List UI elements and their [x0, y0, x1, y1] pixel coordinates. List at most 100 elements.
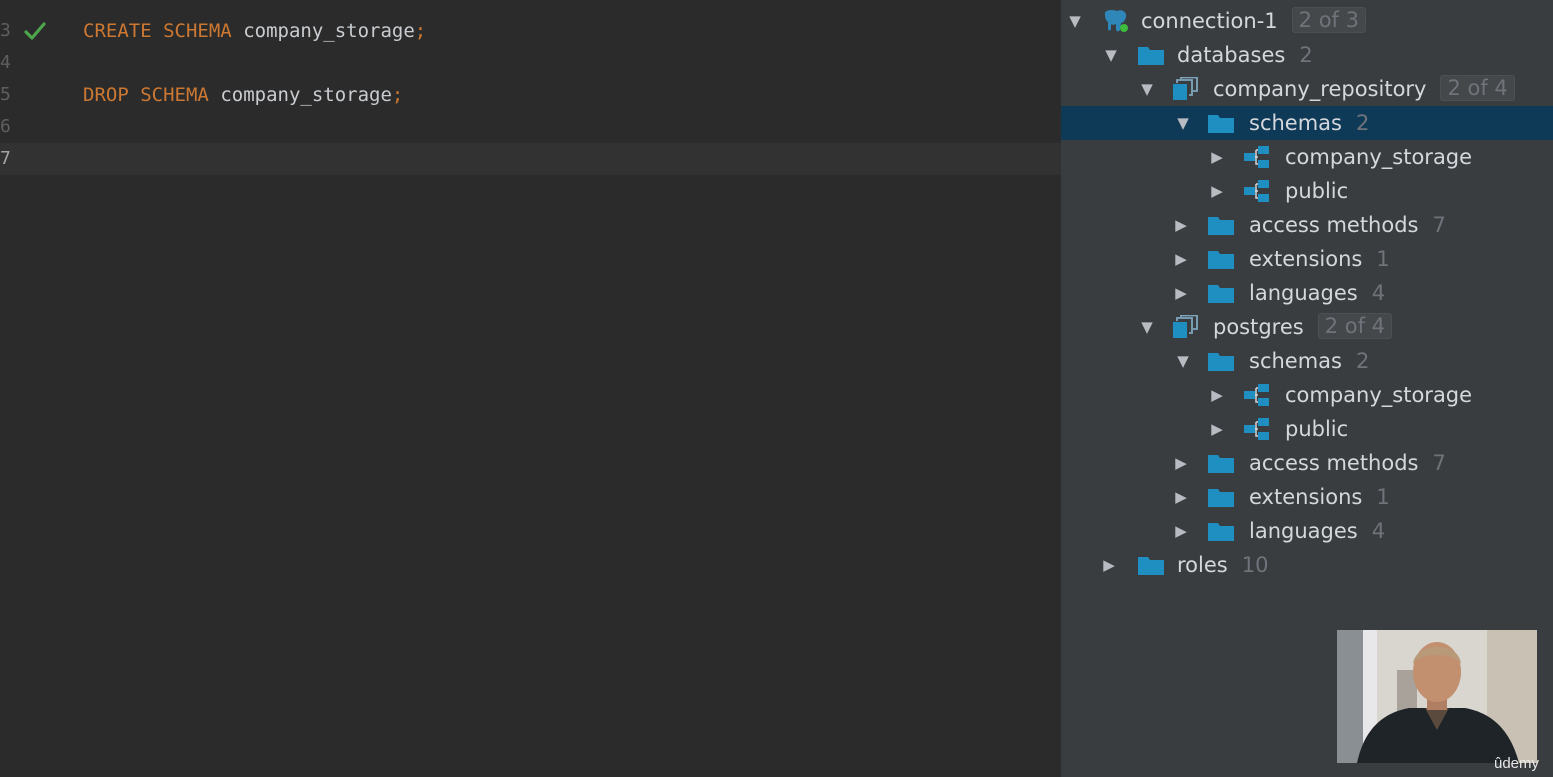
sql-identifier: company_storage	[243, 20, 415, 42]
sql-keyword: SCHEMA	[140, 84, 209, 106]
sql-keyword: DROP	[83, 84, 129, 106]
collapsed-arrow-icon[interactable]: ▶	[1207, 140, 1227, 174]
item-count: 1	[1376, 485, 1390, 509]
folder-icon	[1208, 455, 1234, 473]
collapsed-arrow-icon[interactable]: ▶	[1171, 514, 1191, 548]
sql-punctuation: ;	[414, 20, 427, 42]
item-count: 2	[1299, 43, 1313, 67]
schema-name: public	[1285, 179, 1349, 203]
tree-node-database-postgres[interactable]: ▼ postgres 2 of 4	[1061, 310, 1553, 344]
collapsed-arrow-icon[interactable]: ▶	[1099, 548, 1119, 582]
collapsed-arrow-icon[interactable]: ▶	[1207, 378, 1227, 412]
code-line-6[interactable]: 6	[0, 111, 1061, 143]
collapsed-arrow-icon[interactable]: ▶	[1207, 174, 1227, 208]
line-number: 3	[0, 20, 11, 41]
tree-label: access methods 7	[1249, 446, 1446, 480]
folder-icon	[1208, 251, 1234, 269]
tree-node-access-methods[interactable]: ▶ access methods 7	[1061, 208, 1553, 242]
folder-name: extensions	[1249, 485, 1363, 509]
schema-icon	[1244, 146, 1269, 168]
presenter-image	[1337, 630, 1537, 763]
collapsed-arrow-icon[interactable]: ▶	[1171, 208, 1191, 242]
folder-icon	[1138, 47, 1164, 65]
folder-name: roles	[1177, 553, 1228, 577]
expanded-arrow-icon[interactable]: ▼	[1101, 38, 1121, 72]
expanded-arrow-icon[interactable]: ▼	[1137, 72, 1157, 106]
code-line-7[interactable]: 7	[0, 143, 1061, 175]
database-icon	[1173, 315, 1198, 338]
folder-icon	[1208, 353, 1234, 371]
tree-node-schema-public[interactable]: ▶ public	[1061, 412, 1553, 446]
collapsed-arrow-icon[interactable]: ▶	[1171, 242, 1191, 276]
code-statement: DROP SCHEMA company_storage;	[83, 79, 403, 111]
code-line-5[interactable]: 5 DROP SCHEMA company_storage;	[0, 79, 1061, 111]
sql-keyword: SCHEMA	[163, 20, 232, 42]
tree-label: roles 10	[1177, 548, 1268, 582]
folder-icon	[1208, 285, 1234, 303]
expanded-arrow-icon[interactable]: ▼	[1137, 310, 1157, 344]
collapsed-arrow-icon[interactable]: ▶	[1171, 276, 1191, 310]
item-count: 7	[1432, 213, 1446, 237]
code-line-4[interactable]: 4	[0, 47, 1061, 79]
tree-node-schemas-selected[interactable]: ▼ schemas 2	[1061, 106, 1553, 140]
expanded-arrow-icon[interactable]: ▼	[1173, 344, 1193, 378]
schema-icon	[1244, 418, 1269, 440]
tree-label: company_repository 2 of 4	[1213, 72, 1515, 106]
folder-name: access methods	[1249, 451, 1419, 475]
tree-node-extensions[interactable]: ▶ extensions 1	[1061, 480, 1553, 514]
tree-node-schema-company-storage[interactable]: ▶ company_storage	[1061, 378, 1553, 412]
expanded-arrow-icon[interactable]: ▼	[1065, 4, 1085, 38]
tree-label: schemas 2	[1249, 106, 1369, 140]
tree-node-schema-company-storage[interactable]: ▶ company_storage	[1061, 140, 1553, 174]
folder-name: schemas	[1249, 349, 1342, 373]
collapsed-arrow-icon[interactable]: ▶	[1171, 446, 1191, 480]
udemy-watermark: ûdemy	[1494, 755, 1540, 772]
tree-label: databases 2	[1177, 38, 1313, 72]
postgresql-icon	[1105, 9, 1128, 32]
sql-editor[interactable]: 3 CREATE SCHEMA company_storage; 4 5 DRO…	[0, 0, 1061, 777]
item-count: 2	[1355, 111, 1370, 135]
folder-name: databases	[1177, 43, 1286, 67]
folder-icon	[1138, 557, 1164, 575]
item-count: 1	[1376, 247, 1390, 271]
tree-node-extensions[interactable]: ▶ extensions 1	[1061, 242, 1553, 276]
tree-node-databases[interactable]: ▼ databases 2	[1061, 38, 1553, 72]
folder-icon	[1208, 217, 1234, 235]
tree-label: languages 4	[1249, 514, 1385, 548]
sql-keyword: CREATE	[83, 20, 152, 42]
tree-node-roles[interactable]: ▶ roles 10	[1061, 548, 1553, 582]
database-icon	[1173, 77, 1198, 100]
collapsed-arrow-icon[interactable]: ▶	[1207, 412, 1227, 446]
tree-node-languages[interactable]: ▶ languages 4	[1061, 514, 1553, 548]
line-number: 4	[0, 52, 11, 73]
tree-label: extensions 1	[1249, 242, 1390, 276]
schema-icon	[1244, 384, 1269, 406]
sql-identifier: company_storage	[220, 84, 392, 106]
tree-node-database-company-repository[interactable]: ▼ company_repository 2 of 4	[1061, 72, 1553, 106]
folder-icon	[1208, 523, 1234, 541]
item-count: 4	[1371, 519, 1386, 543]
expanded-arrow-icon[interactable]: ▼	[1173, 106, 1193, 140]
schema-name: company_storage	[1285, 145, 1473, 169]
line-number: 5	[0, 84, 11, 105]
tree-node-schemas[interactable]: ▼ schemas 2	[1061, 344, 1553, 378]
webcam-video-overlay	[1337, 630, 1537, 763]
folder-name: languages	[1249, 281, 1358, 305]
count-badge: 2 of 4	[1440, 75, 1515, 101]
folder-name: languages	[1249, 519, 1358, 543]
collapsed-arrow-icon[interactable]: ▶	[1171, 480, 1191, 514]
tree-node-access-methods[interactable]: ▶ access methods 7	[1061, 446, 1553, 480]
code-line-3[interactable]: 3 CREATE SCHEMA company_storage;	[0, 15, 1061, 47]
tree-label: connection-1 2 of 3	[1141, 4, 1366, 38]
tree-node-schema-public[interactable]: ▶ public	[1061, 174, 1553, 208]
tree-label: languages 4	[1249, 276, 1385, 310]
checkmark-icon	[24, 22, 46, 40]
schema-name: public	[1285, 417, 1349, 441]
code-statement: CREATE SCHEMA company_storage;	[83, 15, 426, 47]
folder-name: extensions	[1249, 247, 1363, 271]
folder-name: access methods	[1249, 213, 1419, 237]
item-count: 10	[1241, 553, 1269, 577]
tree-node-languages[interactable]: ▶ languages 4	[1061, 276, 1553, 310]
tree-node-connection[interactable]: ▼ connection-1 2 of 3	[1061, 4, 1553, 38]
item-count: 4	[1371, 281, 1386, 305]
